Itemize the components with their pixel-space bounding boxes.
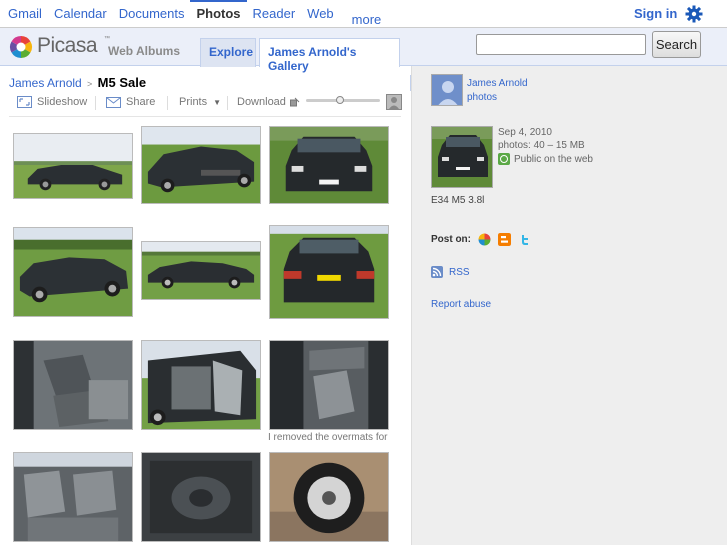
album-toolbar: Slideshow Share Prints ▼ Download [9, 94, 402, 114]
envelope-icon [106, 97, 121, 108]
car-interior-photo [14, 341, 132, 429]
photo-thumbnail[interactable] [269, 452, 389, 542]
share-button[interactable]: Share [106, 96, 155, 108]
album-main: James Arnold > M5 Sale Slideshow Share P… [0, 66, 410, 545]
slideshow-icon [17, 96, 32, 108]
google-nav: Gmail Calendar Documents Photos Reader W… [2, 0, 394, 55]
album-sidebar: James Arnold photos Sep 4, 2010 photos: … [411, 66, 727, 545]
report-abuse-link[interactable]: Report abuse [431, 299, 491, 310]
post-on: Post on: [431, 233, 531, 246]
avatar[interactable] [431, 74, 463, 106]
car-photo [432, 127, 492, 187]
google-bar: Gmail Calendar Documents Photos Reader W… [0, 0, 727, 55]
twitter-icon[interactable] [518, 233, 531, 246]
photo-thumbnail[interactable] [13, 452, 133, 542]
download-label: Download [237, 96, 286, 108]
album-visibility: Public on the web [498, 153, 593, 165]
slideshow-label: Slideshow [37, 96, 88, 108]
photo-thumbnail[interactable] [141, 452, 261, 542]
share-label: Share [126, 96, 156, 108]
globe-icon [498, 153, 510, 165]
photo-caption: I removed the overmats for [268, 432, 388, 443]
car-interior-photo [270, 341, 388, 429]
large-thumb-size-icon[interactable] [386, 94, 402, 110]
owner-name-link[interactable]: James Arnold [467, 78, 528, 89]
logo-trademark: ™ [104, 36, 110, 42]
wheel-photo [270, 453, 388, 541]
search-input[interactable] [476, 34, 646, 55]
car-photo [270, 226, 388, 318]
sign-in-link[interactable]: Sign in [634, 6, 677, 21]
car-photo [142, 127, 260, 203]
car-photo [270, 127, 388, 203]
small-thumb-size-icon[interactable] [290, 97, 300, 107]
tab-explore[interactable]: Explore [200, 38, 256, 67]
car-trunk-photo [142, 453, 260, 541]
photo-thumbnail[interactable] [269, 126, 389, 204]
nav-gmail[interactable]: Gmail [2, 0, 48, 28]
nav-more[interactable]: more▼ [340, 0, 394, 55]
toolbar-separator-line [9, 116, 401, 117]
zoom-slider[interactable] [306, 96, 380, 104]
photo-thumbnail[interactable] [13, 340, 133, 430]
picasa-header: Picasa ™ Web Albums Explore James Arnold… [0, 28, 727, 73]
breadcrumb-owner-link[interactable]: James Arnold [9, 76, 82, 90]
photo-thumbnail[interactable] [269, 340, 389, 430]
nav-reader[interactable]: Reader [247, 0, 302, 28]
rss-link[interactable]: RSS [431, 266, 470, 278]
album-visibility-label: Public on the web [514, 153, 593, 165]
toolbar-divider [95, 96, 96, 110]
rss-label: RSS [449, 266, 470, 278]
photo-thumbnail[interactable] [269, 225, 389, 319]
chevron-down-icon: ▼ [213, 97, 222, 107]
picasa-logo[interactable]: Picasa ™ Web Albums [9, 34, 199, 60]
search-button[interactable]: Search [652, 31, 701, 58]
prints-dropdown[interactable]: Prints ▼ [179, 96, 221, 108]
blogger-icon[interactable] [498, 233, 511, 246]
nav-photos[interactable]: Photos [190, 0, 247, 28]
prints-label: Prints [179, 96, 208, 108]
album-date: Sep 4, 2010 [498, 127, 552, 138]
breadcrumb-separator: > [87, 79, 93, 89]
car-interior-photo [142, 341, 260, 429]
tab-gallery[interactable]: James Arnold's Gallery [259, 38, 400, 73]
user-silhouette-icon [432, 75, 462, 105]
nav-documents[interactable]: Documents [113, 0, 191, 28]
photo-thumbnail[interactable] [13, 133, 133, 199]
photo-thumbnail[interactable] [13, 227, 133, 317]
car-interior-photo [14, 453, 132, 541]
nav-calendar[interactable]: Calendar [48, 0, 113, 28]
slideshow-button[interactable]: Slideshow [17, 96, 87, 108]
google-buzz-icon[interactable] [478, 233, 491, 246]
photo-thumbnail[interactable] [141, 340, 261, 430]
nav-web[interactable]: Web [301, 0, 340, 28]
car-photo [14, 134, 132, 198]
zoom-slider-handle[interactable] [336, 96, 344, 104]
album-title: M5 Sale [97, 75, 147, 90]
photo-thumbnail[interactable] [141, 126, 261, 204]
owner-photos-link[interactable]: photos [467, 92, 497, 103]
breadcrumb: James Arnold > M5 Sale [9, 75, 146, 90]
gear-icon[interactable] [684, 4, 704, 24]
download-button[interactable]: Download [237, 96, 286, 108]
photo-thumbnail[interactable] [141, 241, 261, 300]
album-description: E34 M5 3.8l [431, 195, 485, 206]
logo-subtitle: Web Albums [108, 44, 181, 58]
toolbar-divider [227, 96, 228, 110]
post-on-label: Post on: [431, 234, 471, 245]
logo-text: Picasa [37, 34, 98, 57]
album-cover[interactable] [431, 126, 493, 188]
rss-icon [431, 266, 443, 278]
car-photo [14, 228, 132, 316]
car-photo [142, 242, 260, 299]
toolbar-divider [167, 96, 168, 110]
picasa-pinwheel-icon [10, 36, 32, 58]
album-photo-count: photos: 40 – 15 MB [498, 140, 585, 151]
